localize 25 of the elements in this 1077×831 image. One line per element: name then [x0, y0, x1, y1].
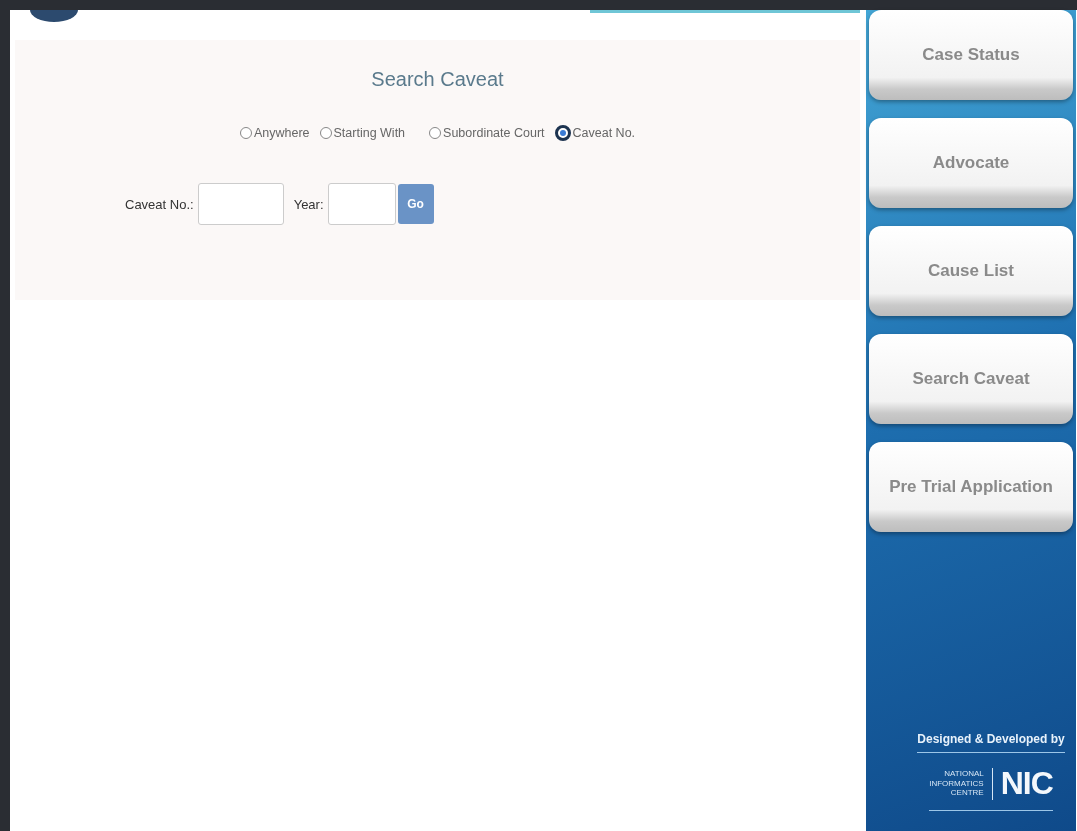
radio-option[interactable]: Caveat No.	[554, 125, 636, 141]
radio-option[interactable]: Anywhere	[239, 126, 310, 140]
org-name: CENTRE	[950, 788, 984, 798]
radio-option[interactable]: Subordinate Court	[429, 126, 545, 140]
go-button[interactable]: Go	[397, 184, 434, 224]
radio-icon[interactable]	[429, 127, 442, 139]
org-name: INFORMATICS	[929, 778, 984, 789]
credit-text: Designed & Developed by	[917, 732, 1065, 753]
panel-title: Search Caveat	[371, 68, 504, 91]
field-label: Caveat No.:	[125, 196, 194, 212]
emblem-icon	[30, 10, 78, 22]
radio-option[interactable]: Starting With	[319, 126, 406, 140]
radio-icon[interactable]	[319, 127, 332, 139]
field-label: Year:	[293, 196, 324, 212]
radio-icon[interactable]	[239, 127, 252, 139]
menu-button[interactable]: Search Caveat	[869, 334, 1073, 424]
menu-button[interactable]: Case Status	[869, 10, 1073, 100]
menu-button[interactable]: Pre Trial Application	[869, 442, 1073, 532]
input-field[interactable]	[197, 183, 284, 225]
radio-icon[interactable]	[554, 125, 571, 141]
menu-button[interactable]: Advocate	[869, 118, 1073, 208]
org-logo: NIC	[1000, 765, 1053, 802]
menu-button[interactable]: Cause List	[869, 226, 1073, 316]
org-name: NATIONAL	[944, 769, 984, 779]
input-field[interactable]	[327, 183, 396, 225]
